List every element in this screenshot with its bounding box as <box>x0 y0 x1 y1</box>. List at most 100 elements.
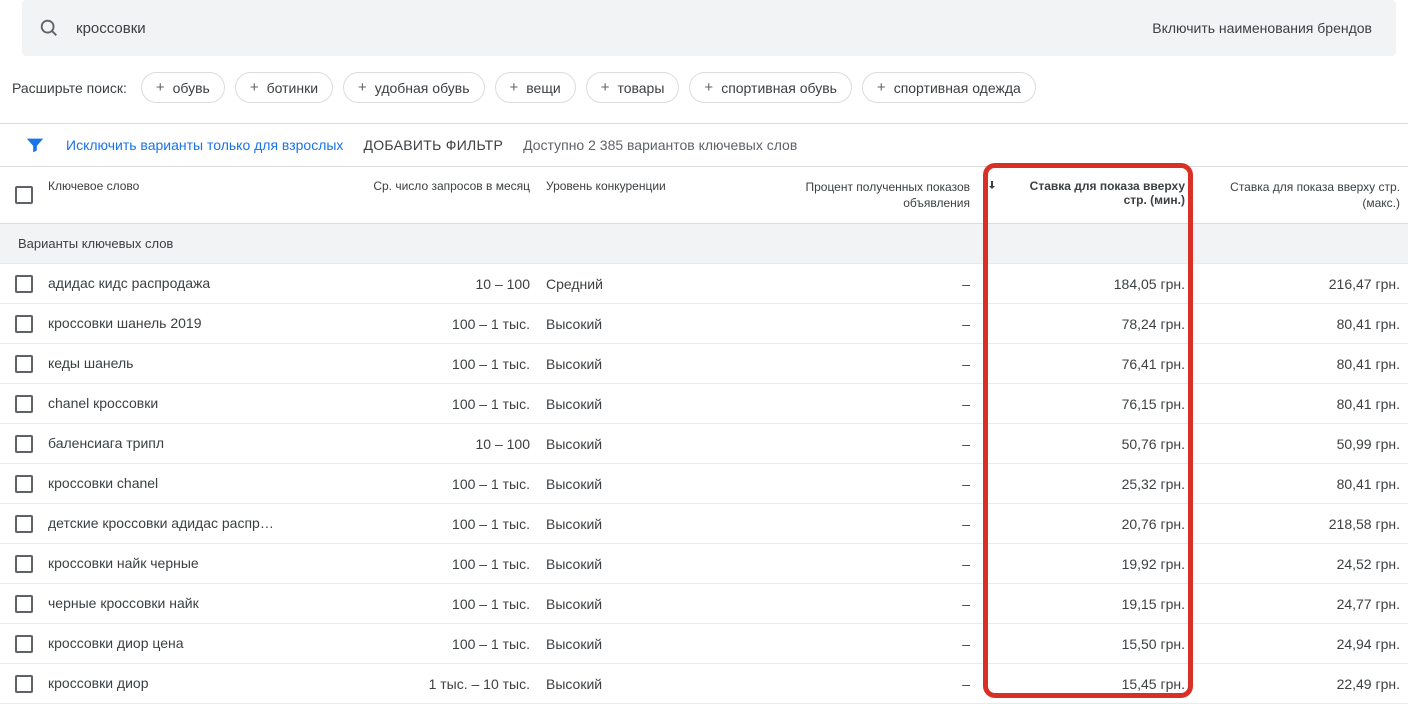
expand-chip-6[interactable]: +спортивная одежда <box>862 72 1036 103</box>
cell-bid-max: 24,52 грн. <box>1193 544 1408 583</box>
chip-label: вещи <box>526 80 560 96</box>
table-row[interactable]: кроссовки шанель 2019100 – 1 тыс.Высокий… <box>0 304 1408 344</box>
cell-competition: Высокий <box>538 384 758 423</box>
cell-bid-min: 15,50 грн. <box>978 624 1193 663</box>
table-header: Ключевое слово Ср. число запросов в меся… <box>0 167 1408 224</box>
row-checkbox[interactable] <box>15 395 33 413</box>
row-checkbox[interactable] <box>15 595 33 613</box>
search-input[interactable] <box>76 20 1152 37</box>
cell-impressions: – <box>758 624 978 663</box>
chip-label: обувь <box>173 80 210 96</box>
row-checkbox[interactable] <box>15 275 33 293</box>
row-checkbox[interactable] <box>15 555 33 573</box>
cell-monthly: 10 – 100 <box>348 424 538 463</box>
table-row[interactable]: кроссовки найк черные100 – 1 тыс.Высокий… <box>0 544 1408 584</box>
row-checkbox[interactable] <box>15 355 33 373</box>
table-row[interactable]: адидас кидс распродажа10 – 100Средний–18… <box>0 264 1408 304</box>
search-icon <box>38 17 60 39</box>
cell-monthly: 100 – 1 тыс. <box>348 504 538 543</box>
cell-impressions: – <box>758 384 978 423</box>
row-checkbox[interactable] <box>15 675 33 693</box>
cell-competition: Высокий <box>538 544 758 583</box>
header-top-of-page-bid-min[interactable]: Ставка для показа вверху стр. (мин.) <box>978 167 1193 223</box>
cell-monthly: 10 – 100 <box>348 264 538 303</box>
cell-bid-min: 20,76 грн. <box>978 504 1193 543</box>
row-checkbox[interactable] <box>15 315 33 333</box>
table-row[interactable]: кроссовки chanel100 – 1 тыс.Высокий–25,3… <box>0 464 1408 504</box>
table-row[interactable]: детские кроссовки адидас распр…100 – 1 т… <box>0 504 1408 544</box>
expand-chip-1[interactable]: +ботинки <box>235 72 333 103</box>
row-checkbox[interactable] <box>15 635 33 653</box>
row-checkbox[interactable] <box>15 515 33 533</box>
cell-bid-max: 80,41 грн. <box>1193 304 1408 343</box>
chip-container: +обувь+ботинки+удобная обувь+вещи+товары… <box>141 72 1036 103</box>
cell-competition: Высокий <box>538 624 758 663</box>
plus-icon: + <box>877 79 886 96</box>
cell-bid-max: 80,41 грн. <box>1193 344 1408 383</box>
expand-chip-2[interactable]: +удобная обувь <box>343 72 485 103</box>
available-keywords-info: Доступно 2 385 вариантов ключевых слов <box>523 137 797 153</box>
table-row[interactable]: кеды шанель100 – 1 тыс.Высокий–76,41 грн… <box>0 344 1408 384</box>
cell-impressions: – <box>758 584 978 623</box>
header-competition[interactable]: Уровень конкуренции <box>538 167 758 223</box>
cell-competition: Высокий <box>538 304 758 343</box>
cell-monthly: 100 – 1 тыс. <box>348 584 538 623</box>
cell-competition: Высокий <box>538 424 758 463</box>
plus-icon: + <box>250 79 259 96</box>
cell-impressions: – <box>758 344 978 383</box>
cell-bid-max: 22,49 грн. <box>1193 664 1408 703</box>
exclude-adult-filter[interactable]: Исключить варианты только для взрослых <box>66 137 343 153</box>
cell-impressions: – <box>758 464 978 503</box>
expand-chip-5[interactable]: + спортивная обувь <box>689 72 852 103</box>
cell-impressions: – <box>758 264 978 303</box>
expand-chip-3[interactable]: +вещи <box>495 72 576 103</box>
cell-bid-min: 184,05 грн. <box>978 264 1193 303</box>
cell-competition: Высокий <box>538 584 758 623</box>
header-monthly-searches[interactable]: Ср. число запросов в месяц <box>348 167 538 223</box>
expand-label: Расширьте поиск: <box>12 80 127 96</box>
cell-keyword: адидас кидс распродажа <box>48 264 348 303</box>
plus-icon: + <box>704 79 713 96</box>
cell-bid-min: 50,76 грн. <box>978 424 1193 463</box>
filter-icon[interactable] <box>24 134 46 156</box>
cell-bid-max: 24,77 грн. <box>1193 584 1408 623</box>
table-row[interactable]: черные кроссовки найк100 – 1 тыс.Высокий… <box>0 584 1408 624</box>
cell-bid-min: 76,15 грн. <box>978 384 1193 423</box>
cell-impressions: – <box>758 664 978 703</box>
cell-impressions: – <box>758 544 978 583</box>
row-checkbox[interactable] <box>15 435 33 453</box>
cell-bid-min: 78,24 грн. <box>978 304 1193 343</box>
cell-monthly: 100 – 1 тыс. <box>348 344 538 383</box>
chip-label: спортивная обувь <box>721 80 837 96</box>
table-row[interactable]: кроссовки диор1 тыс. – 10 тыс.Высокий–15… <box>0 664 1408 704</box>
add-filter-button[interactable]: ДОБАВИТЬ ФИЛЬТР <box>363 137 503 153</box>
chip-label: удобная обувь <box>375 80 470 96</box>
header-top-of-page-bid-max[interactable]: Ставка для показа вверху стр. (макс.) <box>1193 167 1408 223</box>
cell-monthly: 100 – 1 тыс. <box>348 624 538 663</box>
cell-impressions: – <box>758 304 978 343</box>
row-checkbox[interactable] <box>15 475 33 493</box>
table-row[interactable]: chanel кроссовки100 – 1 тыс.Высокий–76,1… <box>0 384 1408 424</box>
expand-chip-4[interactable]: +товары <box>586 72 680 103</box>
expand-chip-0[interactable]: + обувь <box>141 72 225 103</box>
plus-icon: + <box>156 79 165 96</box>
cell-keyword: кроссовки chanel <box>48 464 348 503</box>
table-row[interactable]: баленсиага трипл10 – 100Высокий–50,76 гр… <box>0 424 1408 464</box>
search-bar: Включить наименования брендов <box>22 0 1396 56</box>
include-brand-names-toggle[interactable]: Включить наименования брендов <box>1152 20 1380 36</box>
header-keyword[interactable]: Ключевое слово <box>48 167 348 223</box>
cell-monthly: 100 – 1 тыс. <box>348 304 538 343</box>
cell-bid-max: 50,99 грн. <box>1193 424 1408 463</box>
keyword-table: Ключевое слово Ср. число запросов в меся… <box>0 167 1408 704</box>
cell-keyword: баленсиага трипл <box>48 424 348 463</box>
select-all-checkbox[interactable] <box>15 186 33 204</box>
cell-keyword: chanel кроссовки <box>48 384 348 423</box>
chip-label: товары <box>617 80 664 96</box>
cell-bid-min: 25,32 грн. <box>978 464 1193 503</box>
cell-bid-min: 15,45 грн. <box>978 664 1193 703</box>
table-row[interactable]: кроссовки диор цена100 – 1 тыс.Высокий–1… <box>0 624 1408 664</box>
header-impression-share[interactable]: Процент полученных показов объявления <box>758 167 978 223</box>
cell-bid-max: 80,41 грн. <box>1193 464 1408 503</box>
cell-monthly: 1 тыс. – 10 тыс. <box>348 664 538 703</box>
cell-competition: Высокий <box>538 464 758 503</box>
